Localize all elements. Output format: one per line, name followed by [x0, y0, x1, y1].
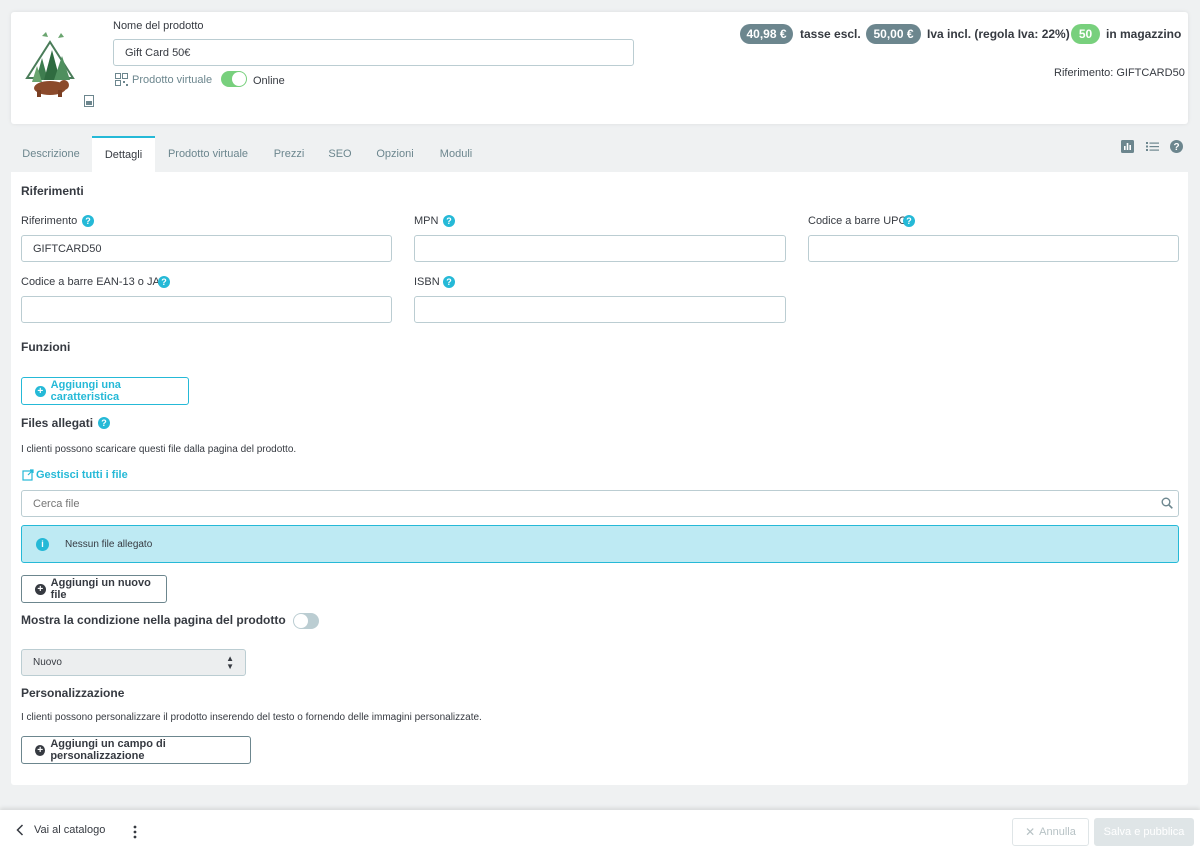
tab-dettagli[interactable]: Dettagli [92, 136, 155, 172]
tab-seo[interactable]: SEO [320, 136, 360, 172]
mpn-help-icon[interactable]: ? [443, 215, 455, 227]
price-excl-badge: 40,98 € [740, 24, 793, 44]
online-toggle[interactable] [221, 71, 247, 87]
tab-opzioni[interactable]: Opzioni [366, 136, 424, 172]
file-search-input[interactable] [21, 490, 1179, 517]
virtual-product-label: Prodotto virtuale [132, 74, 213, 86]
back-to-catalog-link[interactable]: Vai al catalogo [16, 824, 105, 836]
add-feature-button[interactable]: + Aggiungi una caratteristica [21, 377, 189, 405]
stock-badge: 50 [1071, 24, 1100, 44]
cancel-label: Annulla [1039, 826, 1076, 838]
ean-input[interactable] [21, 296, 392, 323]
price-incl-label: Iva incl. (regola Iva: 22%) [927, 27, 1070, 41]
plus-circle-icon: + [35, 385, 46, 397]
tab-descrizione[interactable]: Descrizione [11, 136, 91, 172]
product-name-label: Nome del prodotto [113, 20, 204, 32]
add-customization-label: Aggiungi un campo di personalizzazione [50, 738, 166, 762]
details-panel [11, 172, 1188, 785]
search-icon[interactable] [1161, 497, 1173, 509]
condition-title: Mostra la condizione nella pagina del pr… [21, 613, 286, 627]
image-settings-icon[interactable] [84, 95, 94, 107]
tab-prodotto-virtuale[interactable]: Prodotto virtuale [162, 136, 254, 172]
condition-selected-value: Nuovo [33, 657, 62, 668]
attachments-description: I clienti possono scaricare questi file … [21, 444, 297, 455]
online-label: Online [253, 75, 285, 87]
plus-circle-icon: + [35, 744, 46, 756]
references-title: Riferimenti [21, 184, 84, 198]
tab-prezzi[interactable]: Prezzi [264, 136, 314, 172]
features-title: Funzioni [21, 340, 71, 354]
mpn-input[interactable] [414, 235, 786, 262]
save-publish-button[interactable]: Salva e pubblica [1094, 818, 1194, 846]
add-file-label: Aggiungi un nuovo file [50, 577, 151, 601]
no-files-message: Nessun file allegato [65, 539, 153, 550]
back-to-catalog-label: Vai al catalogo [34, 824, 106, 836]
external-link-icon [22, 469, 34, 481]
price-excl-label: tasse escl. [800, 27, 861, 41]
add-customization-button[interactable]: + Aggiungi un campo di personalizzazione [21, 736, 251, 764]
upc-label: Codice a barre UPC [808, 215, 907, 227]
reference-help-icon[interactable]: ? [82, 215, 94, 227]
header-reference: Riferimento: GIFTCARD50 [1054, 67, 1185, 79]
stock-label: in magazzino [1106, 27, 1182, 41]
bar-chart-icon[interactable] [1121, 140, 1134, 153]
upc-help-icon[interactable]: ? [903, 215, 915, 227]
product-name-input[interactable] [113, 39, 634, 66]
condition-toggle[interactable] [293, 613, 319, 629]
ean-help-icon[interactable]: ? [158, 276, 170, 288]
manage-files-link[interactable]: Gestisci tutti i file [22, 469, 128, 481]
no-files-alert: i Nessun file allegato [21, 525, 1179, 563]
tab-moduli[interactable]: Moduli [430, 136, 482, 172]
add-feature-label: Aggiungi una caratteristica [50, 379, 121, 403]
customization-title: Personalizzazione [21, 686, 125, 700]
add-file-button[interactable]: + Aggiungi un nuovo file [21, 575, 167, 603]
attachments-help-icon[interactable]: ? [98, 417, 110, 429]
customization-description: I clienti possono personalizzare il prod… [21, 712, 482, 723]
manage-files-label: Gestisci tutti i file [36, 469, 128, 481]
reference-input[interactable] [21, 235, 392, 262]
mpn-label: MPN [414, 215, 439, 227]
select-arrows-icon: ▲ ▼ [226, 653, 234, 671]
attachments-title: Files allegati [21, 416, 94, 430]
upc-input[interactable] [808, 235, 1179, 262]
close-icon: ✕ [1025, 825, 1036, 839]
more-options-icon[interactable] [133, 825, 137, 839]
price-incl-badge: 50,00 € [866, 24, 921, 44]
svg-text:?: ? [1173, 142, 1179, 153]
list-icon[interactable] [1146, 140, 1159, 153]
reference-label: Riferimento [21, 215, 78, 227]
qr-code-icon [115, 73, 128, 86]
help-icon[interactable]: ? [1170, 140, 1183, 153]
isbn-help-icon[interactable]: ? [443, 276, 455, 288]
plus-circle-icon: + [35, 583, 46, 595]
chevron-left-icon [16, 824, 24, 836]
isbn-label: ISBN [414, 276, 440, 288]
condition-select[interactable]: Nuovo ▲ ▼ [21, 649, 246, 676]
isbn-input[interactable] [414, 296, 786, 323]
ean-label: Codice a barre EAN-13 o JAN [21, 276, 168, 288]
info-icon: i [36, 538, 49, 551]
product-image[interactable] [22, 30, 78, 98]
cancel-button[interactable]: ✕ Annulla [1012, 818, 1089, 846]
